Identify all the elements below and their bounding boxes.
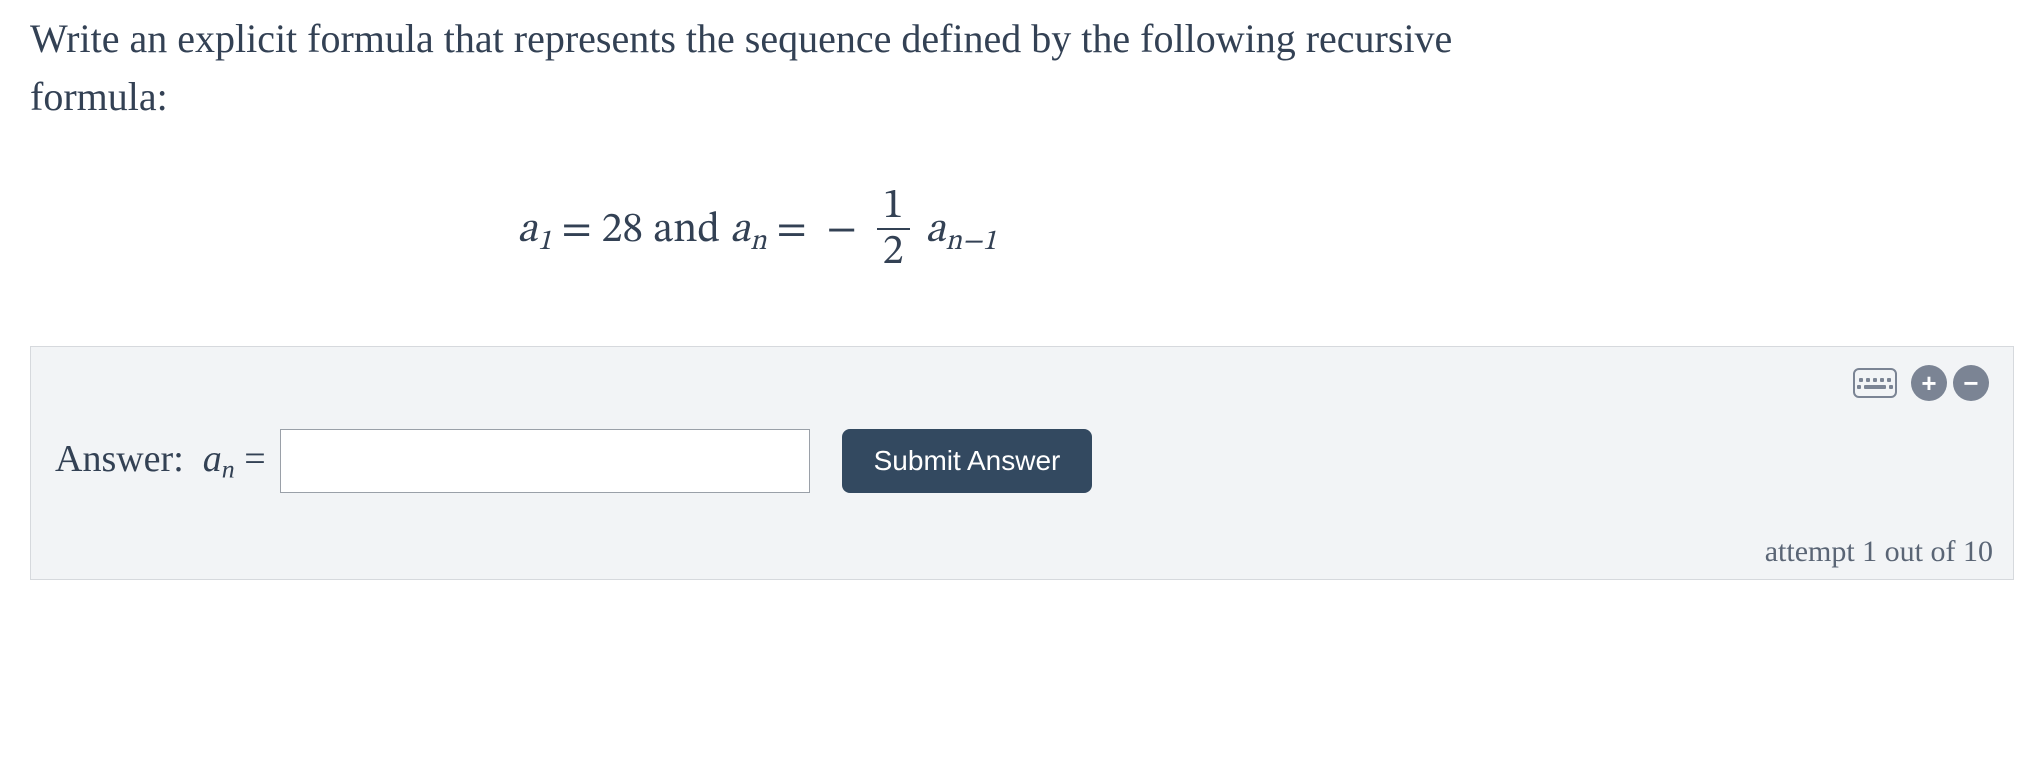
answer-label: Answer: an = [55, 437, 266, 484]
answer-input[interactable] [280, 429, 810, 493]
fraction: 1 2 [877, 184, 910, 274]
answer-label-prefix: Answer: [55, 438, 184, 480]
fraction-denominator: 2 [877, 228, 910, 274]
problem-page: Write an explicit formula that represent… [0, 0, 2044, 766]
answer-panel: + − Answer: an = Submit Answer attempt 1… [30, 346, 2014, 580]
plus-icon: + [1921, 370, 1936, 396]
fraction-numerator: 1 [877, 184, 910, 228]
answer-toolbar: + − [1853, 365, 1989, 401]
increase-button[interactable]: + [1911, 365, 1947, 401]
submit-button[interactable]: Submit Answer [842, 429, 1093, 493]
minus-icon: − [1963, 370, 1978, 396]
a1-value: 28 [602, 209, 644, 251]
answer-row: Answer: an = Submit Answer [55, 429, 1989, 493]
decrease-button[interactable]: − [1953, 365, 1989, 401]
question-text: Write an explicit formula that represent… [30, 10, 2014, 126]
and-text: and [653, 209, 720, 251]
attempt-counter: attempt 1 out of 10 [1765, 535, 1993, 569]
recursive-formula: a1 = 28 and an = − 1 2 an−1 [0, 126, 2014, 336]
formula-expression: a1 = 28 and an = − 1 2 an−1 [517, 186, 996, 276]
keyboard-icon[interactable] [1853, 368, 1897, 398]
